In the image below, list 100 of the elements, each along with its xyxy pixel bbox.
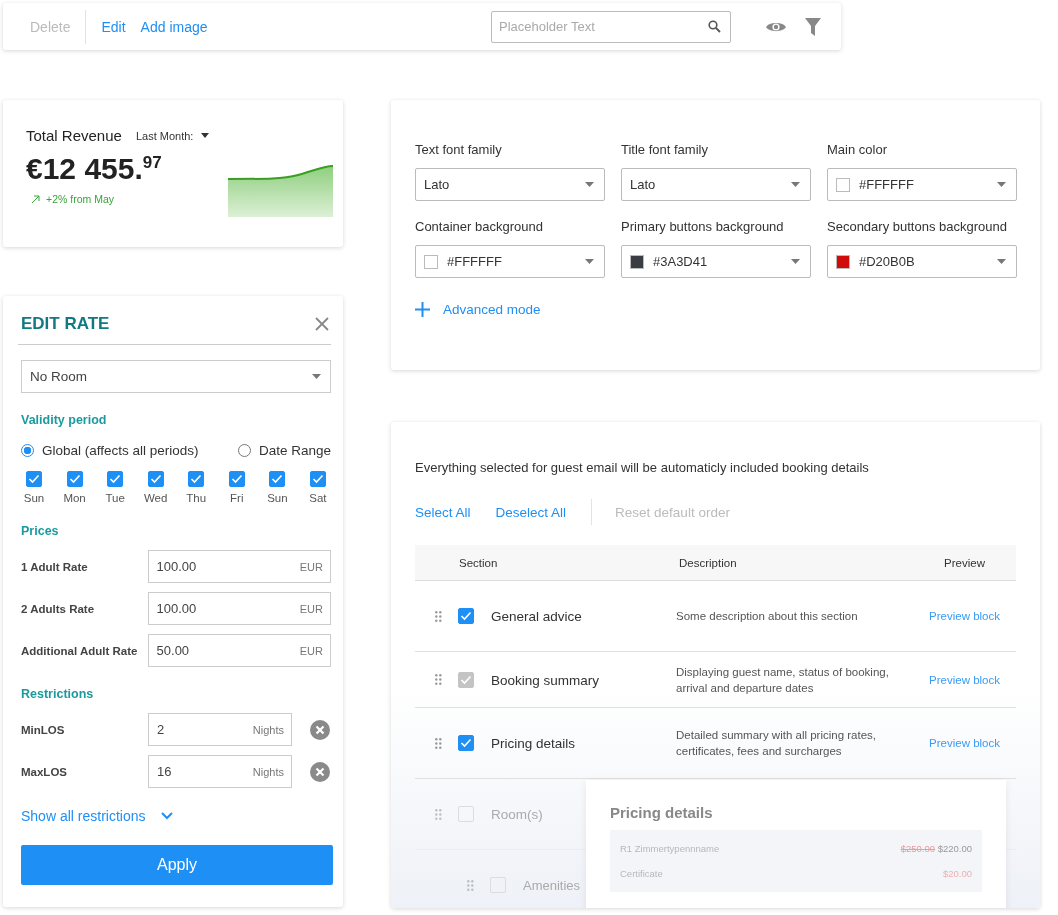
field-label: 2 Adults Rate xyxy=(21,602,96,615)
period-dropdown[interactable]: Last Month: xyxy=(135,129,210,142)
old-price: $250.00 xyxy=(900,843,935,854)
day-checkbox[interactable] xyxy=(309,471,326,487)
filter-icon[interactable] xyxy=(805,17,821,36)
day-checkbox[interactable] xyxy=(66,471,83,487)
section-description: Some description about this section xyxy=(676,609,859,624)
caret-icon xyxy=(997,182,1006,187)
popover-title: Pricing details xyxy=(610,804,714,821)
day-label: Wed xyxy=(143,492,168,504)
section-name: Booking summary xyxy=(491,672,600,688)
section-description: Displaying guest name, status of booking, arrival and departure dates xyxy=(676,664,890,696)
clear-icon[interactable] xyxy=(310,719,330,740)
drag-handle-icon[interactable] xyxy=(467,879,474,891)
field-label: Text font family xyxy=(415,141,503,159)
section-name: Room(s) xyxy=(491,807,543,822)
color-dropdown[interactable]: #FFFFFF xyxy=(415,245,605,278)
radio-option[interactable]: Date Range xyxy=(237,443,331,458)
field-label: 1 Adult Rate xyxy=(21,560,89,573)
section-heading: Validity period xyxy=(21,413,108,427)
panel-title: EDIT RATE xyxy=(21,314,110,334)
field-label: Secondary buttons background xyxy=(827,218,1008,236)
day-label: Thu xyxy=(186,492,207,504)
section-name: Amenities xyxy=(523,878,581,893)
field-label: Additional Adult Rate xyxy=(21,644,139,657)
checkmark-icon xyxy=(460,674,472,685)
column-header: Description xyxy=(679,556,738,569)
field-label: MaxLOS xyxy=(21,765,68,778)
drag-handle-icon[interactable] xyxy=(435,610,442,622)
checkmark-icon xyxy=(460,611,472,621)
revenue-amount: €12 455.$^{97}$ xyxy=(26,152,162,186)
day-label: Fri xyxy=(230,492,244,504)
search-icon xyxy=(708,19,721,33)
section-name: General advice xyxy=(491,609,582,624)
price: $20.00 xyxy=(942,868,972,879)
search-field[interactable]: Placeholder Text xyxy=(491,10,731,43)
caret-icon xyxy=(997,259,1006,264)
price-line-label: Certificate xyxy=(620,868,663,879)
day-checkbox[interactable] xyxy=(147,471,164,487)
color-dropdown[interactable]: #3A3D41 xyxy=(621,245,811,278)
field-label: Primary buttons background xyxy=(621,218,785,236)
drag-handle-icon[interactable] xyxy=(435,737,442,749)
field-label: Title font family xyxy=(621,141,709,159)
revenue-title: Total Revenue xyxy=(26,127,122,144)
intro-text: Everything selected for guest email will be automaticly included booking details xyxy=(415,460,870,475)
caret-icon xyxy=(201,133,210,138)
price-line-label: R1 Zimmertypennname xyxy=(620,843,720,854)
nights-field[interactable]: 2 Nights xyxy=(148,713,292,746)
caret-icon xyxy=(585,182,594,187)
checkmark-icon xyxy=(68,474,81,484)
caret-icon xyxy=(312,374,321,379)
day-checkbox[interactable] xyxy=(228,471,245,487)
radio-option[interactable]: Global (affects all periods) xyxy=(21,443,199,458)
caret-icon xyxy=(585,259,594,264)
checkmark-icon xyxy=(230,474,243,484)
color-dropdown[interactable]: #FFFFFF xyxy=(827,168,1017,201)
caret-icon xyxy=(791,259,800,264)
day-label: Sat xyxy=(309,492,327,504)
close-icon[interactable] xyxy=(315,317,329,331)
font-dropdown[interactable]: Lato xyxy=(621,168,811,201)
row-checkbox[interactable] xyxy=(458,735,474,751)
row-checkbox[interactable] xyxy=(458,608,474,624)
day-checkbox[interactable] xyxy=(26,471,42,487)
checkmark-icon xyxy=(311,474,324,484)
price: $220.00 xyxy=(937,843,972,854)
price-field[interactable]: 100.00 EUR xyxy=(147,550,331,583)
column-header: Section xyxy=(459,556,499,569)
day-checkbox[interactable] xyxy=(107,471,124,487)
checkmark-icon xyxy=(271,474,284,484)
color-dropdown[interactable]: #D20B0B xyxy=(827,245,1017,278)
trend-up-icon xyxy=(31,194,40,204)
checkmark-icon xyxy=(149,474,162,484)
caret-icon xyxy=(791,182,800,187)
checkmark-icon xyxy=(190,474,203,484)
day-label: Sun xyxy=(267,492,288,504)
price-field[interactable]: 50.00 EUR xyxy=(147,634,331,667)
price-field[interactable]: 100.00 EUR xyxy=(147,592,331,625)
revenue-change: +2% from May xyxy=(46,193,114,205)
checkmark-icon xyxy=(109,474,122,484)
section-name: Pricing details xyxy=(491,736,576,751)
day-checkbox[interactable] xyxy=(188,471,205,487)
chevron-down-icon xyxy=(160,812,173,820)
checkmark-icon xyxy=(28,474,40,484)
plus-icon xyxy=(415,302,430,317)
section-description: Detailed summary with all pricing rates, certificates, fees and surcharges xyxy=(676,728,878,759)
room-dropdown[interactable]: No Room xyxy=(21,360,331,393)
section-heading: Restrictions xyxy=(21,687,95,701)
day-label: Mon xyxy=(63,492,86,504)
checkmark-icon xyxy=(460,738,472,748)
day-checkbox[interactable] xyxy=(269,471,286,487)
day-label: Sun xyxy=(23,492,45,504)
section-heading: Prices xyxy=(21,524,60,538)
day-label: Tue xyxy=(105,492,125,504)
column-header: Preview xyxy=(944,556,985,569)
field-label: Container background xyxy=(415,218,544,236)
drag-handle-icon[interactable] xyxy=(435,808,442,820)
clear-icon[interactable] xyxy=(310,761,330,782)
nights-field[interactable]: 16 Nights xyxy=(148,755,292,788)
font-dropdown[interactable]: Lato xyxy=(415,168,605,201)
field-label: MinLOS xyxy=(21,723,66,736)
